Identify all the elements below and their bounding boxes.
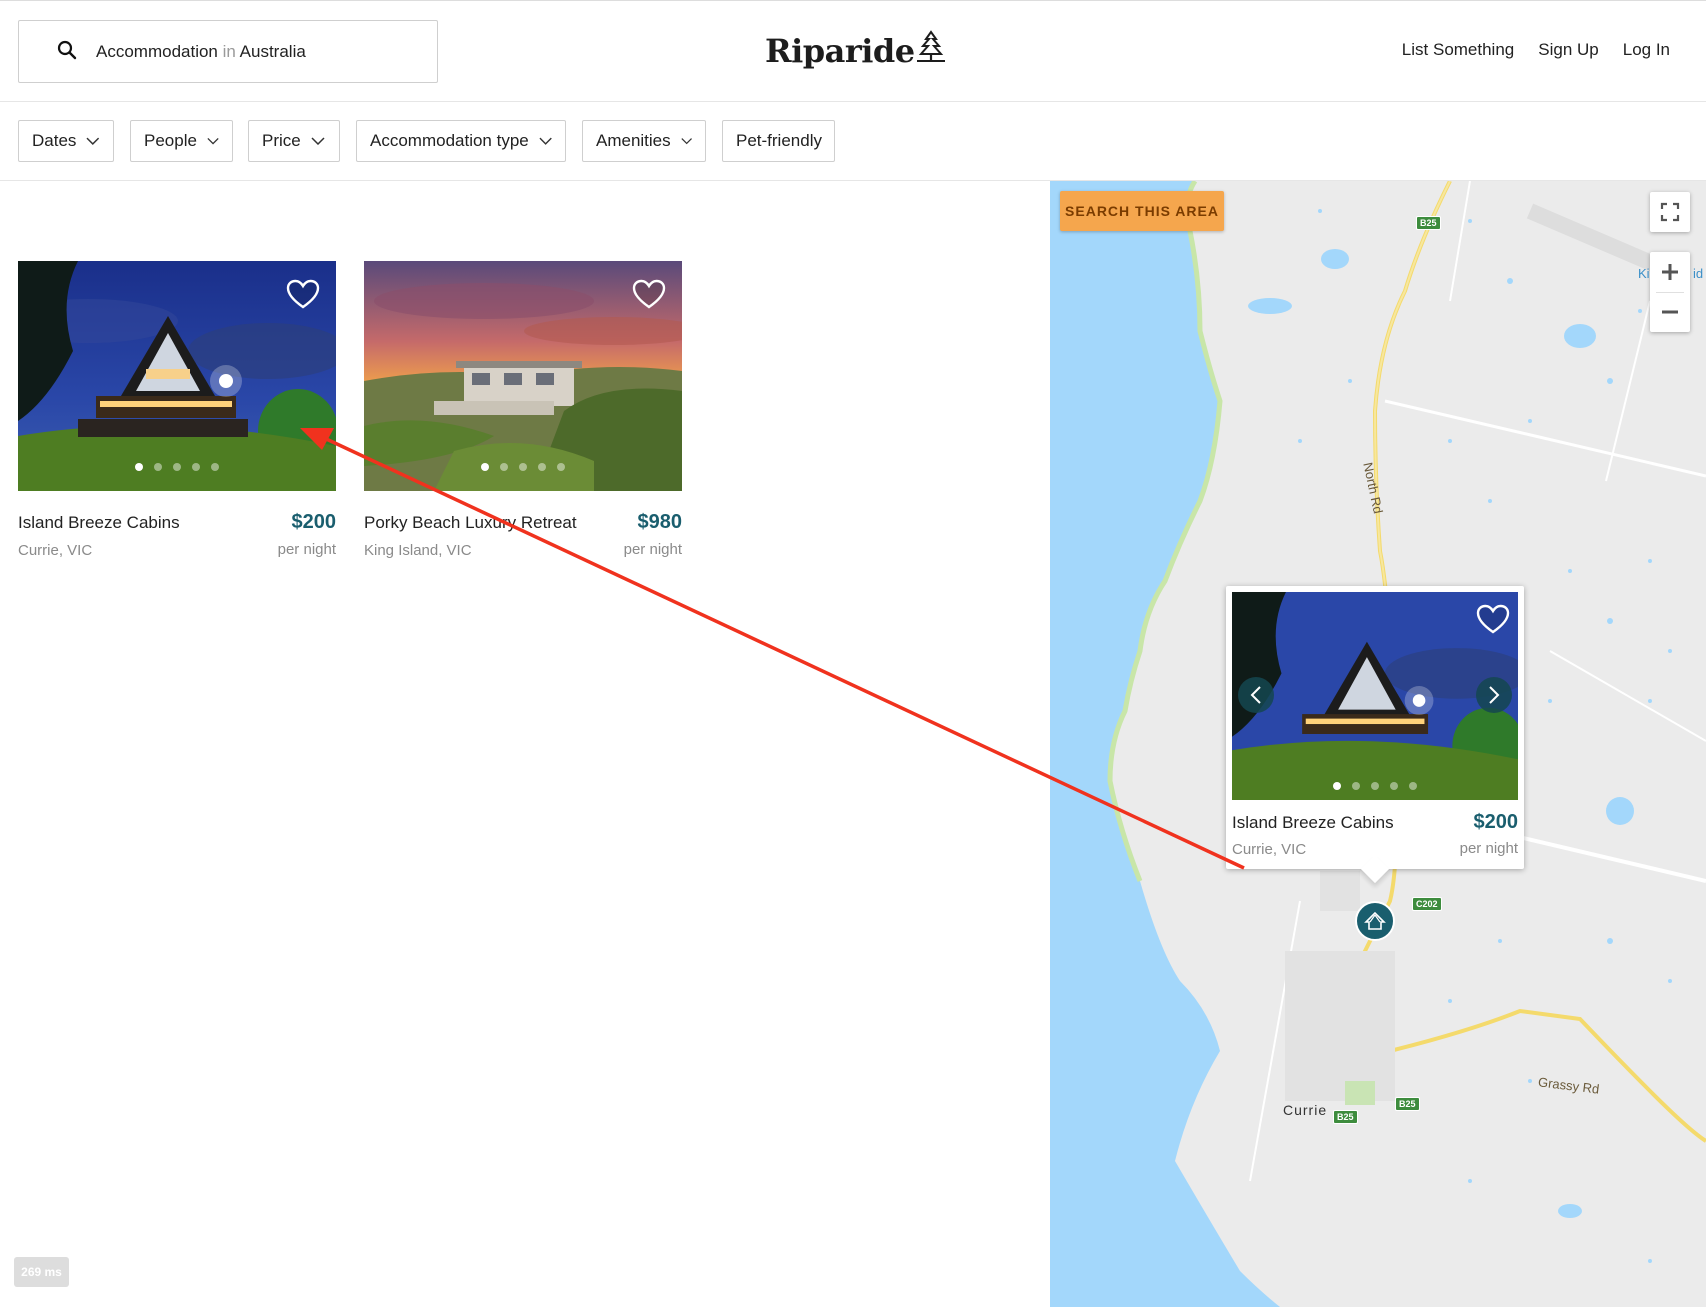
search-what: Accommodation bbox=[96, 42, 218, 61]
pagination-dot[interactable] bbox=[1352, 782, 1360, 790]
pagination-dot[interactable] bbox=[557, 463, 565, 471]
cabin-pin-icon[interactable] bbox=[1355, 901, 1395, 941]
plus-icon bbox=[1662, 264, 1678, 280]
pagination-dot[interactable] bbox=[192, 463, 200, 471]
filter-bar: Dates People Price Accommodation type Am… bbox=[0, 102, 1706, 181]
chevron-left-icon bbox=[1250, 686, 1261, 704]
filter-label: Accommodation type bbox=[370, 131, 529, 150]
listing-photo[interactable] bbox=[364, 261, 682, 491]
pagination-dot[interactable] bbox=[1409, 782, 1417, 790]
listing-card[interactable]: Island Breeze Cabins Currie, VIC $200 pe… bbox=[18, 261, 337, 559]
chevron-down-icon bbox=[207, 137, 219, 145]
nav-list-something[interactable]: List Something bbox=[1402, 40, 1514, 60]
zoom-in-button[interactable] bbox=[1650, 252, 1690, 292]
chevron-down-icon bbox=[539, 137, 552, 145]
pagination-dot[interactable] bbox=[1333, 782, 1341, 790]
tree-logo-icon bbox=[916, 30, 945, 62]
heart-icon[interactable] bbox=[632, 279, 666, 309]
pagination-dot[interactable] bbox=[211, 463, 219, 471]
search-where: Australia bbox=[239, 42, 306, 61]
filter-label: People bbox=[144, 131, 197, 150]
popup-title[interactable]: Island Breeze Cabins bbox=[1232, 813, 1394, 833]
filter-amenities[interactable]: Amenities bbox=[582, 120, 706, 162]
map[interactable]: SEARCH THIS AREA Ki id North Rd Currie G… bbox=[1050, 181, 1706, 1307]
listing-title[interactable]: Porky Beach Luxury Retreat bbox=[364, 513, 577, 533]
top-header: Accommodation in Australia Riparide List… bbox=[0, 0, 1706, 102]
listing-price: $980 bbox=[637, 511, 683, 533]
listing-location: Currie, VIC bbox=[18, 542, 93, 559]
listing-price-unit: per night bbox=[277, 541, 336, 558]
filter-people[interactable]: People bbox=[130, 120, 233, 162]
pagination-dot[interactable] bbox=[154, 463, 162, 471]
chevron-down-icon bbox=[311, 137, 325, 145]
filter-label: Amenities bbox=[596, 131, 671, 150]
map-label-ki: Ki bbox=[1638, 266, 1650, 281]
popup-photo[interactable] bbox=[1232, 592, 1518, 800]
top-nav: List Something Sign Up Log In bbox=[1402, 40, 1670, 60]
pagination-dot[interactable] bbox=[519, 463, 527, 471]
map-label-id: id bbox=[1693, 266, 1704, 281]
nav-sign-up[interactable]: Sign Up bbox=[1538, 40, 1598, 60]
photo-pagination bbox=[364, 463, 682, 471]
listing-card[interactable]: Porky Beach Luxury Retreat King Island, … bbox=[364, 261, 683, 559]
search-icon bbox=[57, 40, 77, 60]
zoom-controls bbox=[1650, 252, 1690, 332]
listing-price-unit: per night bbox=[623, 541, 682, 558]
route-shield: B25 bbox=[1416, 216, 1441, 230]
brand-logo[interactable]: Riparide bbox=[765, 29, 945, 73]
popup-price: $200 bbox=[1473, 811, 1519, 833]
photo-pagination bbox=[18, 463, 336, 471]
fullscreen-button[interactable] bbox=[1650, 192, 1690, 232]
search-this-area-button[interactable]: SEARCH THIS AREA bbox=[1060, 191, 1224, 231]
photo-pagination bbox=[1232, 782, 1518, 790]
listing-photo[interactable] bbox=[18, 261, 336, 491]
filter-label: Price bbox=[262, 131, 301, 150]
listing-price: $200 bbox=[291, 511, 337, 533]
minus-icon bbox=[1662, 310, 1678, 314]
filter-price[interactable]: Price bbox=[248, 120, 340, 162]
nav-log-in[interactable]: Log In bbox=[1623, 40, 1670, 60]
filter-label: Pet-friendly bbox=[736, 131, 822, 150]
search-connector: in bbox=[222, 42, 236, 61]
route-shield: B25 bbox=[1395, 1097, 1420, 1111]
listing-title[interactable]: Island Breeze Cabins bbox=[18, 513, 180, 533]
cabin-icon bbox=[1364, 911, 1386, 930]
popup-prev-button[interactable] bbox=[1238, 677, 1274, 713]
brand-name: Riparide bbox=[765, 32, 915, 70]
heart-icon[interactable] bbox=[1476, 604, 1510, 634]
zoom-out-button[interactable] bbox=[1650, 292, 1690, 332]
pagination-dot[interactable] bbox=[1371, 782, 1379, 790]
filter-pet-friendly[interactable]: Pet-friendly bbox=[722, 120, 835, 162]
listing-meta: Porky Beach Luxury Retreat King Island, … bbox=[364, 491, 683, 559]
popup-next-button[interactable] bbox=[1476, 677, 1512, 713]
map-label-currie: Currie bbox=[1283, 1102, 1328, 1118]
chevron-down-icon bbox=[86, 137, 100, 145]
route-shield: B25 bbox=[1333, 1110, 1358, 1124]
filter-label: Dates bbox=[32, 131, 77, 150]
search-query[interactable]: Accommodation in Australia bbox=[96, 42, 306, 62]
divider bbox=[1656, 292, 1684, 293]
pagination-dot[interactable] bbox=[500, 463, 508, 471]
fullscreen-icon bbox=[1660, 202, 1680, 222]
search-box[interactable]: Accommodation in Australia bbox=[18, 20, 438, 83]
heart-icon[interactable] bbox=[286, 279, 320, 309]
popup-location: Currie, VIC bbox=[1232, 841, 1307, 858]
pagination-dot[interactable] bbox=[135, 463, 143, 471]
listing-location: King Island, VIC bbox=[364, 542, 472, 559]
pagination-dot[interactable] bbox=[1390, 782, 1398, 790]
route-shield: C202 bbox=[1412, 897, 1442, 911]
pagination-dot[interactable] bbox=[538, 463, 546, 471]
pagination-dot[interactable] bbox=[481, 463, 489, 471]
chevron-down-icon bbox=[681, 138, 692, 145]
filter-accommodation-type[interactable]: Accommodation type bbox=[356, 120, 566, 162]
pagination-dot[interactable] bbox=[173, 463, 181, 471]
listing-meta: Island Breeze Cabins Currie, VIC $200 pe… bbox=[18, 491, 337, 559]
map-listing-popup[interactable]: Island Breeze Cabins Currie, VIC $200 pe… bbox=[1226, 586, 1524, 884]
popup-price-unit: per night bbox=[1459, 840, 1518, 857]
chevron-right-icon bbox=[1489, 686, 1500, 704]
timing-badge: 269 ms bbox=[14, 1257, 69, 1287]
filter-dates[interactable]: Dates bbox=[18, 120, 114, 162]
